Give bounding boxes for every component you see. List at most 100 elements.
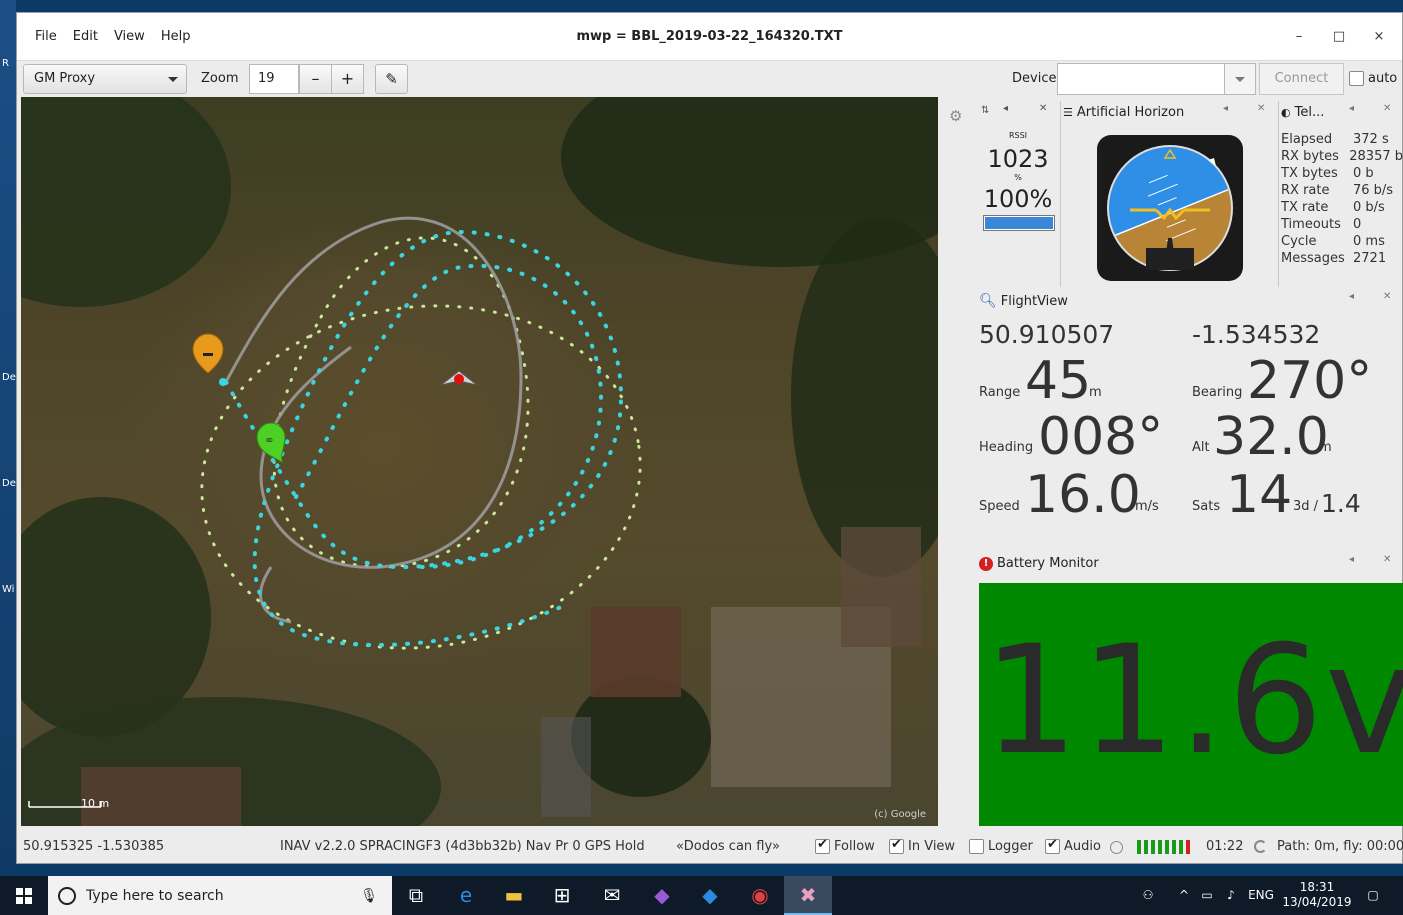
longitude: -1.534532 — [1192, 320, 1321, 349]
mwp-app-icon[interactable]: ✖ — [784, 876, 832, 915]
people-icon[interactable]: ⚇ — [1136, 876, 1160, 915]
flightview-restore-icon[interactable]: ◂ — [1349, 291, 1354, 302]
range-label: Range — [979, 385, 1021, 400]
clock[interactable]: 18:31 13/04/2019 — [1282, 876, 1352, 915]
menu-bar: File Edit View Help — [27, 29, 198, 44]
battery-panel-title: ! Battery Monitor — [979, 556, 1099, 571]
visual-studio-icon[interactable]: ◆ — [638, 876, 686, 915]
menu-help[interactable]: Help — [153, 29, 199, 44]
task-view-icon[interactable]: ⧉ — [392, 876, 440, 915]
record-icon[interactable]: ◉ — [736, 876, 784, 915]
panel-close-icon[interactable]: ✕ — [1039, 103, 1047, 114]
pencil-icon: ✎ — [385, 70, 398, 88]
warning-icon: ! — [979, 556, 993, 571]
flightview-close-icon[interactable]: ✕ — [1383, 291, 1391, 302]
clock-date: 13/04/2019 — [1282, 895, 1352, 909]
maximize-button[interactable]: □ — [1325, 25, 1353, 49]
follow-checkbox[interactable]: Follow — [815, 837, 875, 854]
map-source-combo[interactable]: GM Proxy — [23, 64, 187, 94]
logger-checkbox-box[interactable] — [969, 839, 984, 854]
microphone-icon[interactable]: 🎙︎ — [360, 888, 378, 904]
rssi-level-bar — [983, 215, 1055, 231]
waypoint-marker: ∞ — [256, 422, 286, 464]
fc-info: INAV v2.2.0 SPRACINGF3 (4d3bb32b) Nav Pr… — [280, 839, 645, 854]
gear-icon[interactable]: ⚙ — [949, 107, 962, 125]
panel-divider — [1060, 101, 1061, 287]
flightview-panel-title: 🔍︎ FlightView — [979, 293, 1068, 309]
craft-name: «Dodos can fly» — [676, 839, 780, 854]
zoom-in-button[interactable]: + — [331, 64, 364, 94]
title-bar: File Edit View Help mwp = BBL_2019-03-22… — [17, 13, 1402, 61]
telemetry-key: TX bytes — [1281, 166, 1338, 181]
svg-text:∞: ∞ — [265, 435, 273, 446]
horizon-gauge — [1107, 145, 1233, 271]
taskbar-search[interactable]: Type here to search 🎙︎ — [48, 876, 392, 915]
heading-value: 008° — [1038, 407, 1164, 467]
telemetry-icon: ◐ — [1281, 106, 1291, 119]
horizon-close-icon[interactable]: ✕ — [1257, 103, 1265, 114]
telemetry-row: TX bytes 0 b — [1281, 165, 1403, 182]
taskbar: Type here to search 🎙︎ ⧉ e ▬ ⊞ ✉ ◆ ◆ ◉ ✖… — [0, 876, 1403, 915]
close-button[interactable]: × — [1365, 25, 1393, 49]
zoom-out-button[interactable]: – — [299, 64, 332, 94]
device-dropdown-button[interactable] — [1224, 63, 1256, 95]
notifications-icon[interactable]: ▢ — [1358, 876, 1388, 915]
edit-mission-button[interactable]: ✎ — [375, 64, 408, 94]
rssi-pct-label: % — [1014, 173, 1022, 182]
start-button[interactable] — [0, 876, 48, 915]
inview-checkbox-box[interactable] — [889, 837, 904, 854]
audio-checkbox-box[interactable] — [1045, 837, 1060, 854]
inview-checkbox[interactable]: In View — [889, 837, 955, 854]
battery-voltage: 11.6v — [983, 614, 1403, 788]
mail-icon[interactable]: ✉ — [588, 876, 636, 915]
telemetry-restore-icon[interactable]: ◂ — [1349, 103, 1354, 114]
sats-value: 14 — [1226, 465, 1293, 525]
menu-edit[interactable]: Edit — [65, 29, 106, 44]
audio-checkbox[interactable]: Audio — [1045, 837, 1101, 854]
connect-button[interactable]: Connect — [1259, 63, 1344, 95]
vscode-icon[interactable]: ◆ — [686, 876, 734, 915]
mwp-window: File Edit View Help mwp = BBL_2019-03-22… — [16, 12, 1403, 864]
panel-restore-icon[interactable]: ◂ — [1003, 103, 1008, 114]
antenna-icon: ⇅ — [981, 105, 990, 116]
map-view[interactable]: ∞ 10 m (c) Google — [21, 97, 938, 826]
battery-display: 11.6v — [979, 583, 1403, 826]
logger-checkbox[interactable]: Logger — [969, 839, 1033, 854]
language-indicator[interactable]: ENG — [1246, 876, 1276, 915]
home-marker — [192, 333, 227, 386]
follow-checkbox-box[interactable] — [815, 837, 830, 854]
network-icon[interactable]: ▭ — [1196, 876, 1218, 915]
telemetry-row: Timeouts 0 — [1281, 216, 1403, 233]
telemetry-value: 0 — [1353, 217, 1362, 232]
cortana-icon — [58, 886, 76, 905]
auto-checkbox-box[interactable] — [1349, 71, 1364, 86]
telemetry-close-icon[interactable]: ✕ — [1383, 103, 1391, 114]
clock-time: 18:31 — [1299, 880, 1335, 894]
zoom-input[interactable]: 19 — [249, 64, 299, 94]
minimize-button[interactable]: – — [1285, 25, 1313, 49]
battery-restore-icon[interactable]: ◂ — [1349, 554, 1354, 565]
horizon-title: Artificial Horizon — [1076, 105, 1185, 120]
device-input[interactable] — [1057, 63, 1225, 95]
sats-label: Sats — [1192, 499, 1221, 514]
file-explorer-icon[interactable]: ▬ — [490, 876, 538, 915]
telemetry-key: TX rate — [1281, 200, 1329, 215]
auto-checkbox[interactable]: auto — [1349, 71, 1397, 86]
menu-file[interactable]: File — [27, 29, 65, 44]
volume-icon[interactable]: ♪ — [1220, 876, 1242, 915]
telemetry-value: 28357 b — [1349, 149, 1403, 164]
latitude: 50.910507 — [979, 320, 1115, 349]
logger-label: Logger — [988, 839, 1033, 854]
telemetry-key: RX rate — [1281, 183, 1330, 198]
store-icon[interactable]: ⊞ — [538, 876, 586, 915]
alt-unit: m — [1319, 440, 1332, 455]
mission-path — [200, 236, 642, 650]
telemetry-key: Elapsed — [1281, 132, 1333, 147]
battery-close-icon[interactable]: ✕ — [1383, 554, 1391, 565]
chevron-up-icon[interactable]: ^ — [1174, 876, 1194, 915]
edge-icon[interactable]: e — [442, 876, 490, 915]
telemetry-panel-title: ◐ Tel... — [1281, 105, 1324, 120]
horizon-restore-icon[interactable]: ◂ — [1223, 103, 1228, 114]
menu-view[interactable]: View — [106, 29, 153, 44]
gps-fix: 3d / — [1293, 499, 1319, 514]
